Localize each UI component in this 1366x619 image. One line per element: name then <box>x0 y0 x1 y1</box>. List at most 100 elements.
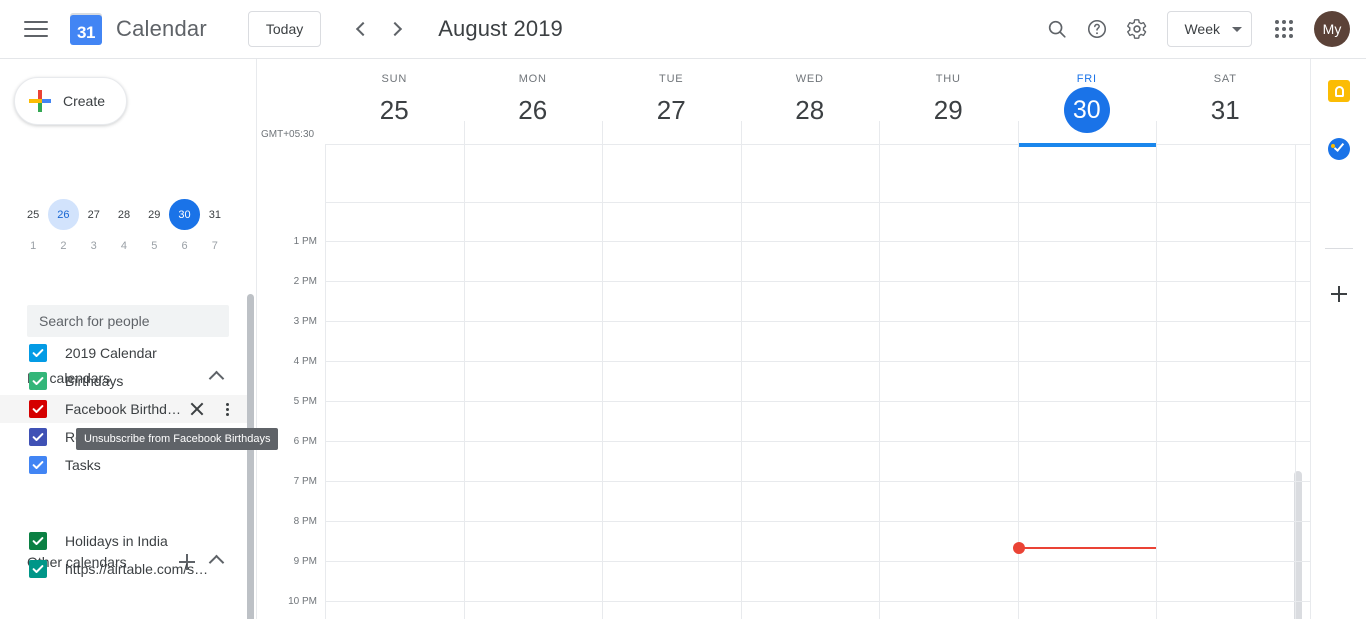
keep-app-button[interactable] <box>1323 75 1355 107</box>
day-of-week-label: THU <box>935 73 961 85</box>
mini-calendar-clip-mask <box>0 137 256 192</box>
day-number[interactable]: 26 <box>510 87 556 133</box>
day-column-divider <box>463 145 465 619</box>
tasks-app-button[interactable] <box>1323 133 1355 165</box>
hour-gridline <box>325 521 1311 522</box>
calendar-list-item-label: Tasks <box>65 457 101 473</box>
hour-label: 10 PM <box>288 596 317 607</box>
current-time-dot <box>1012 542 1025 554</box>
day-number[interactable]: 28 <box>787 87 833 133</box>
mini-calendar-day[interactable]: 3 <box>79 230 109 261</box>
calendar-checkbox[interactable] <box>29 532 47 550</box>
mini-calendar-day[interactable]: 26 <box>48 199 79 230</box>
calendar-checkbox[interactable] <box>29 372 47 390</box>
mini-calendar-day[interactable]: 27 <box>79 199 109 230</box>
rail-divider <box>1325 248 1353 249</box>
mini-calendar-day[interactable]: 7 <box>200 230 230 261</box>
plus-icon <box>1331 286 1347 302</box>
mini-calendar-day[interactable]: 2 <box>48 230 78 261</box>
current-time-line <box>1017 547 1156 549</box>
calendar-list-item[interactable]: Tasks <box>0 451 248 479</box>
calendar-list-item[interactable]: https://airtable.com/shrM… <box>0 555 248 583</box>
day-header[interactable]: SAT 31 <box>1156 73 1295 133</box>
day-of-week-label: MON <box>518 73 547 85</box>
day-header[interactable]: SUN 25 <box>325 73 464 133</box>
calendar-checkbox[interactable] <box>29 456 47 474</box>
create-button-label: Create <box>63 93 106 109</box>
calendar-list-item-label: 2019 Calendar <box>65 345 157 361</box>
day-header[interactable]: FRI 30 <box>1018 73 1157 133</box>
hamburger-icon[interactable] <box>24 17 48 41</box>
calendar-list-item[interactable]: Facebook Birthd… <box>0 395 248 423</box>
mini-calendar-day[interactable]: 6 <box>169 230 199 261</box>
view-selector-label: Week <box>1184 21 1220 37</box>
get-addons-button[interactable] <box>1323 278 1355 310</box>
mini-calendar-day[interactable]: 25 <box>18 199 48 230</box>
previous-period-button[interactable] <box>343 11 379 47</box>
sidebar: Create 111213141516171819202122232425262… <box>0 59 256 619</box>
header-column-divider <box>1017 121 1019 144</box>
more-vertical-icon[interactable] <box>220 399 236 419</box>
search-button[interactable] <box>1037 9 1077 49</box>
mini-calendar-day[interactable]: 31 <box>200 199 230 230</box>
day-headers: GMT+05:30 SUN 25 MON 26 TUE 27 WED 28 THU 29 FRI 30… <box>257 59 1311 147</box>
header-column-divider <box>879 121 880 144</box>
calendar-checkbox[interactable] <box>29 344 47 362</box>
mini-calendar-day[interactable]: 4 <box>109 230 139 261</box>
day-number[interactable]: 31 <box>1202 87 1248 133</box>
close-icon[interactable] <box>187 399 207 419</box>
day-column-divider <box>1294 145 1296 619</box>
day-header[interactable]: THU 29 <box>879 73 1018 133</box>
day-column-divider <box>602 145 603 619</box>
avatar[interactable]: My <box>1314 11 1350 47</box>
day-of-week-label: WED <box>795 73 824 85</box>
help-icon <box>1088 19 1107 39</box>
calendar-list-item-label: Holidays in India <box>65 533 168 549</box>
day-header[interactable]: MON 26 <box>464 73 603 133</box>
hour-gridline <box>325 241 1311 242</box>
day-header[interactable]: TUE 27 <box>602 73 741 133</box>
hour-gridline <box>325 361 1311 362</box>
day-number[interactable]: 27 <box>648 87 694 133</box>
calendar-checkbox[interactable] <box>29 428 47 446</box>
calendar-list-item-label: Birthdays <box>65 373 124 389</box>
day-of-week-label: SAT <box>1213 73 1237 85</box>
side-panel-rail <box>1310 59 1366 619</box>
time-grid[interactable]: 1 PM 2 PM 3 PM 4 PM 5 PM 6 PM 7 PM 8 PM 9 PM 10 P… <box>257 145 1311 619</box>
apps-grid-icon[interactable] <box>1264 9 1304 49</box>
search-for-people-input[interactable] <box>27 305 229 337</box>
calendar-checkbox[interactable] <box>29 560 47 578</box>
hour-gridline <box>325 441 1311 442</box>
view-selector[interactable]: Week <box>1167 11 1252 47</box>
settings-button[interactable] <box>1117 9 1157 49</box>
calendar-list-item[interactable]: 2019 Calendar <box>0 339 248 367</box>
next-period-button[interactable] <box>379 11 415 47</box>
calendar-checkbox[interactable] <box>29 400 47 418</box>
top-app-bar: 31 Calendar Today August 2019 Week My <box>0 0 1366 59</box>
hour-label: 9 PM <box>293 556 317 567</box>
week-grid: GMT+05:30 SUN 25 MON 26 TUE 27 WED 28 THU 29 FRI 30… <box>256 59 1311 619</box>
day-of-week-label: FRI <box>1076 73 1097 85</box>
today-button[interactable]: Today <box>247 11 322 47</box>
mini-calendar-day[interactable]: 29 <box>139 199 169 230</box>
day-number[interactable]: 29 <box>925 87 971 133</box>
day-of-week-label: SUN <box>381 73 408 85</box>
create-button[interactable]: Create <box>14 77 127 125</box>
hour-gridline <box>325 601 1311 602</box>
mini-calendar-day[interactable]: 30 <box>169 199 200 230</box>
day-number[interactable]: 25 <box>371 87 417 133</box>
mini-calendar-day[interactable]: 5 <box>139 230 169 261</box>
hour-gridline <box>325 202 1311 203</box>
gear-icon <box>1127 19 1147 39</box>
day-number[interactable]: 30 <box>1063 87 1110 133</box>
day-header[interactable]: WED 28 <box>741 73 880 133</box>
hour-gridline <box>325 561 1311 562</box>
mini-calendar-day[interactable]: 28 <box>109 199 139 230</box>
help-button[interactable] <box>1077 9 1117 49</box>
sidebar-scrollbar[interactable] <box>247 294 254 619</box>
calendar-list-item[interactable]: Holidays in India <box>0 527 248 555</box>
hour-gridline <box>325 481 1311 482</box>
mini-calendar-day[interactable]: 1 <box>18 230 48 261</box>
calendar-list-item[interactable]: Birthdays <box>0 367 248 395</box>
calendar-logo-icon[interactable]: 31 <box>66 9 106 49</box>
